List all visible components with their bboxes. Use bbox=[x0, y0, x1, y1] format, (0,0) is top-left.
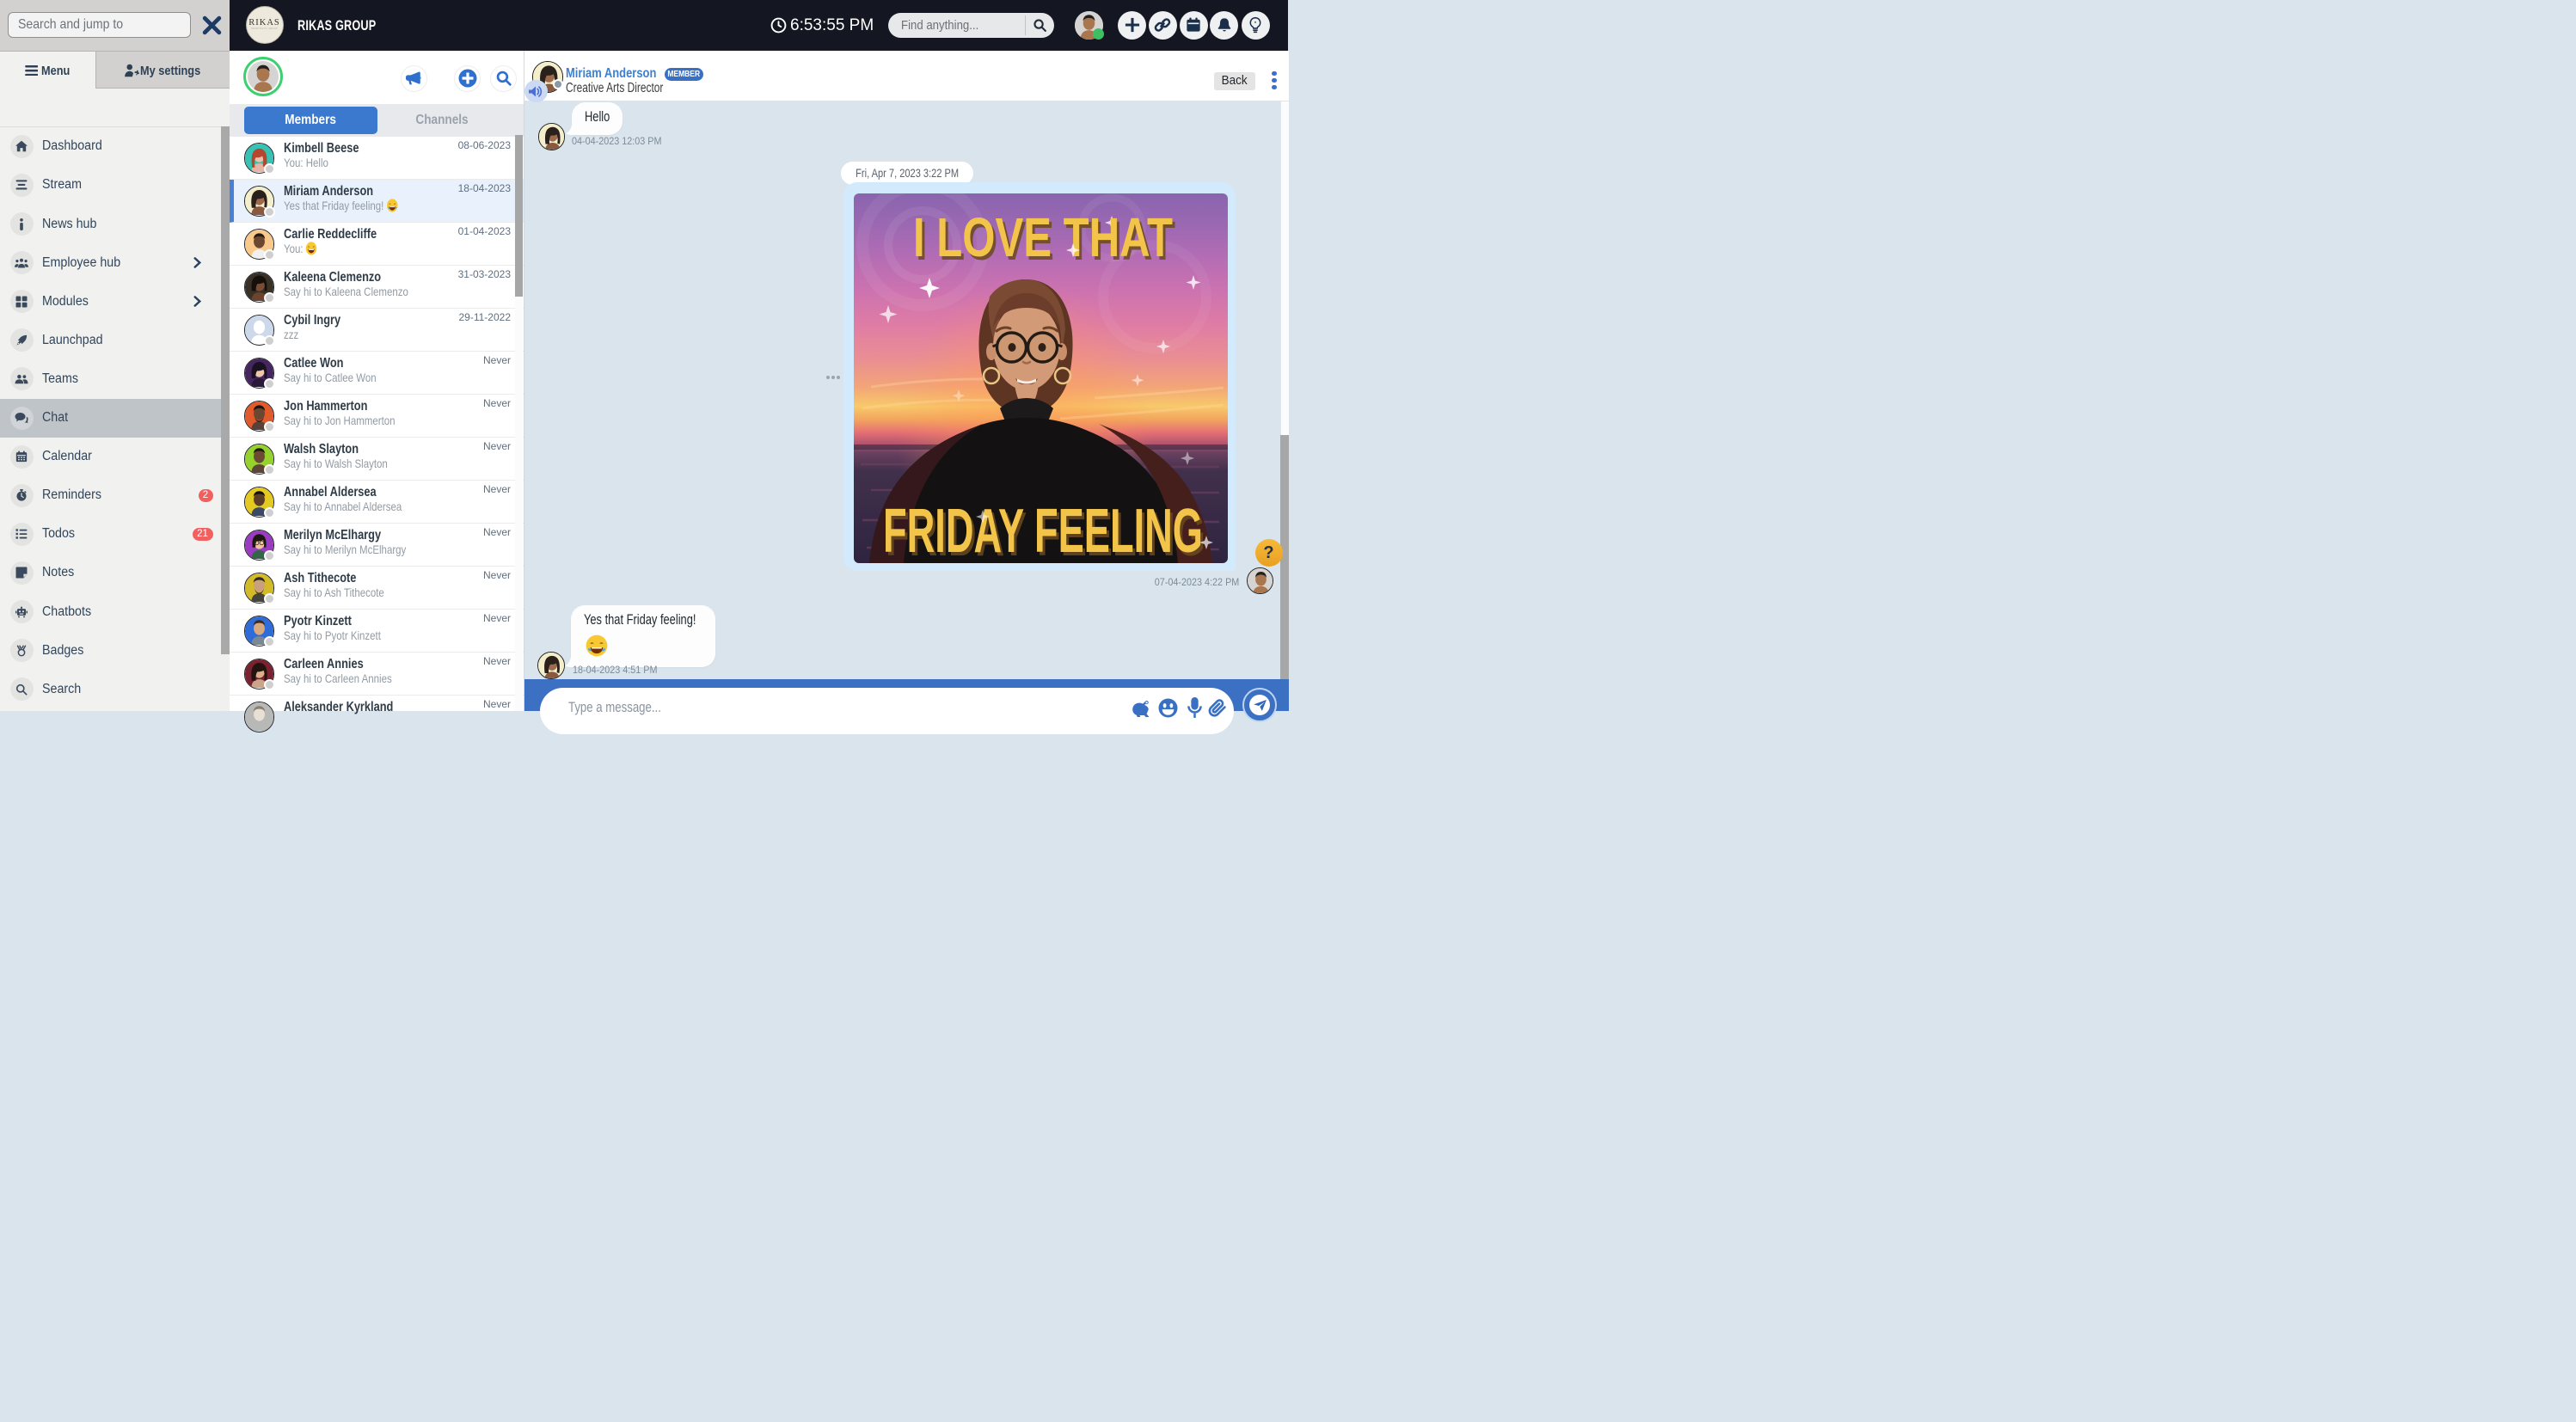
svg-text:I LOVE THAT: I LOVE THAT bbox=[913, 206, 1173, 268]
svg-text:FRIDAY FEELING: FRIDAY FEELING bbox=[883, 497, 1203, 564]
